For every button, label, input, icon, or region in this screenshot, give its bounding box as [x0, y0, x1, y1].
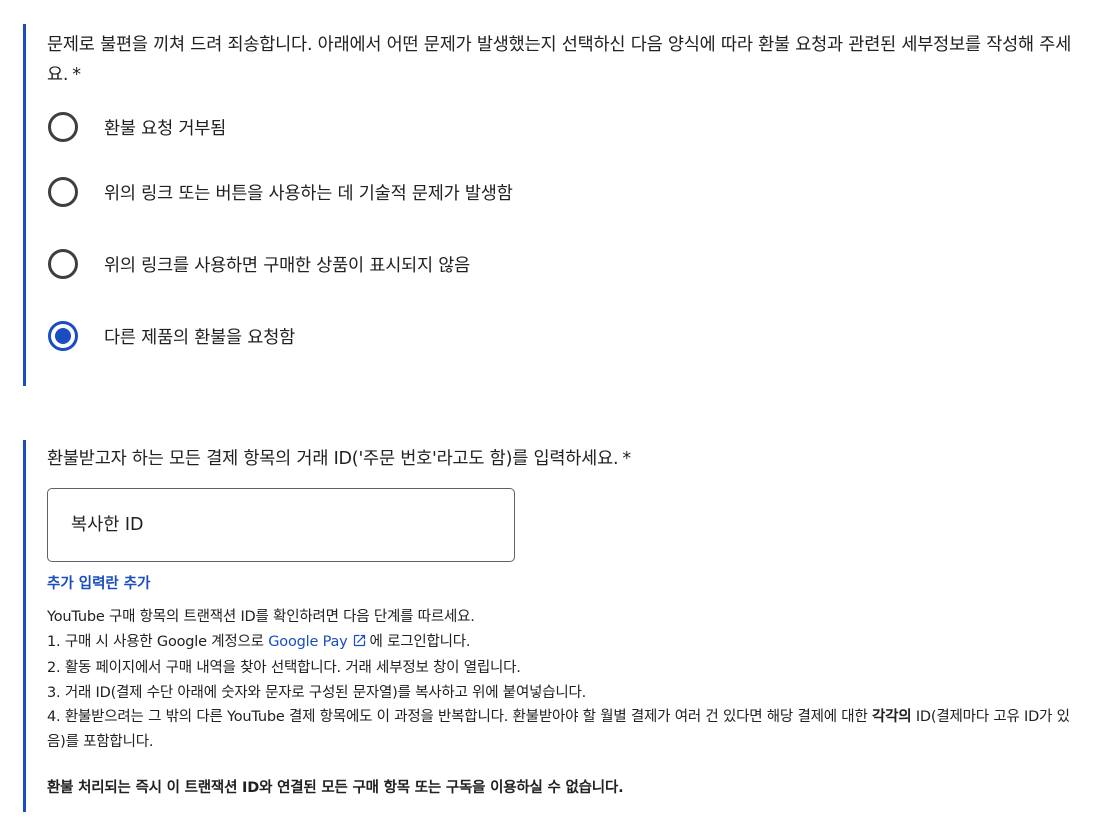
radio-option-label: 위의 링크를 사용하면 구매한 상품이 표시되지 않음 [104, 255, 471, 276]
radio-option-label: 환불 요청 거부됨 [104, 118, 227, 139]
radio-option-refund-denied[interactable]: 환불 요청 거부됨 [47, 98, 1073, 156]
transaction-id-help: YouTube 구매 항목의 트랜잭션 ID를 확인하려면 다음 단계를 따르세… [47, 605, 1073, 754]
add-input-field-link[interactable]: 추가 입력란 추가 [47, 572, 150, 593]
radio-button[interactable] [48, 249, 78, 279]
help-step-3: 3. 거래 ID(결제 수단 아래에 숫자와 문자로 구성된 문자열)를 복사하… [47, 684, 587, 701]
emphasis-each: 각각의 [872, 709, 912, 725]
transaction-id-section: 환불받고자 하는 모든 결제 항목의 거래 ID('주문 번호'라고도 함)를 … [23, 440, 1073, 812]
radio-option-label: 위의 링크 또는 버튼을 사용하는 데 기술적 문제가 발생함 [104, 183, 513, 204]
required-mark: * [622, 449, 631, 469]
required-mark: * [72, 65, 81, 85]
refund-notice: 환불 처리되는 즉시 이 트랜잭션 ID와 연결된 모든 구매 항목 또는 구독… [47, 780, 624, 796]
transaction-id-input[interactable] [47, 488, 515, 562]
issue-type-radio-group: 환불 요청 거부됨 위의 링크 또는 버튼을 사용하는 데 기술적 문제가 발생… [47, 98, 1073, 372]
radio-button[interactable] [48, 177, 78, 207]
help-step-1: 1. 구매 시 사용한 Google 계정으로 Google Pay 에 로그인합… [47, 630, 1073, 657]
google-pay-link[interactable]: Google Pay [268, 634, 369, 650]
radio-option-other-product-refund[interactable]: 다른 제품의 환불을 요청함 [47, 300, 1073, 372]
transaction-id-question: 환불받고자 하는 모든 결제 항목의 거래 ID('주문 번호'라고도 함)를 … [47, 449, 631, 469]
external-link-icon [352, 632, 367, 657]
help-step-2: 2. 활동 페이지에서 구매 내역을 찾아 선택합니다. 거래 세부정보 창이 … [47, 660, 521, 676]
radio-button[interactable] [48, 112, 78, 142]
radio-option-technical-issue[interactable]: 위의 링크 또는 버튼을 사용하는 데 기술적 문제가 발생함 [47, 156, 1073, 228]
radio-button-selected[interactable] [48, 321, 78, 351]
help-step-4: 4. 환불받으려는 그 밖의 다른 YouTube 결제 항목에도 이 과정을 … [47, 709, 1070, 750]
help-intro: YouTube 구매 항목의 트랜잭션 ID를 확인하려면 다음 단계를 따르세… [47, 609, 475, 625]
radio-option-label: 다른 제품의 환불을 요청함 [104, 327, 295, 348]
issue-type-section: 문제로 불편을 끼쳐 드려 죄송합니다. 아래에서 어떤 문제가 발생했는지 선… [23, 24, 1073, 386]
issue-type-question: 문제로 불편을 끼쳐 드려 죄송합니다. 아래에서 어떤 문제가 발생했는지 선… [47, 35, 1072, 85]
radio-option-purchase-not-shown[interactable]: 위의 링크를 사용하면 구매한 상품이 표시되지 않음 [47, 228, 1073, 300]
